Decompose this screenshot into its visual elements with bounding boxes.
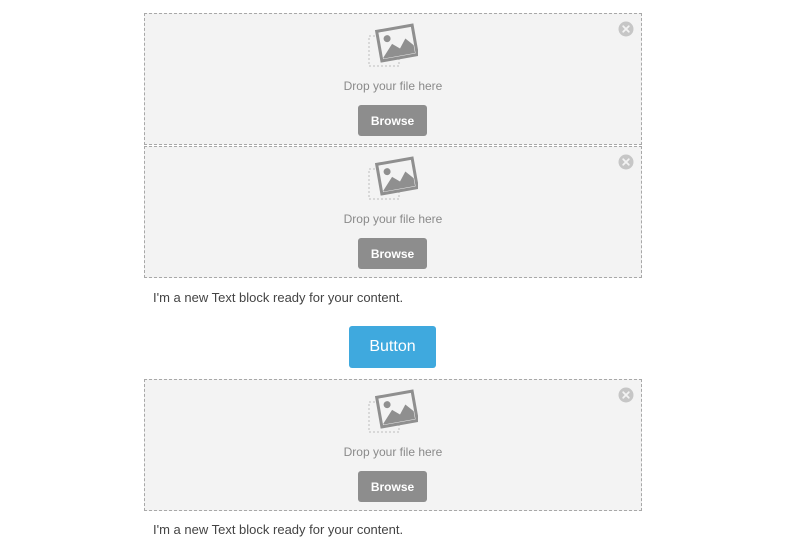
close-circle-icon[interactable] [618, 154, 634, 170]
image-dropzone[interactable]: Drop your file here Browse [144, 379, 642, 511]
cta-button[interactable]: Button [349, 326, 436, 368]
close-circle-icon[interactable] [618, 387, 634, 403]
image-placeholder-icon [368, 388, 420, 436]
close-circle-icon[interactable] [618, 21, 634, 37]
text-block[interactable]: I'm a new Text block ready for your cont… [153, 522, 403, 537]
browse-button[interactable]: Browse [358, 105, 427, 136]
image-placeholder-icon [368, 155, 420, 203]
email-editor-canvas: Drop your file here Browse Drop your fil… [0, 0, 800, 554]
browse-button[interactable]: Browse [358, 238, 427, 269]
image-dropzone[interactable]: Drop your file here Browse [144, 13, 642, 145]
drop-text: Drop your file here [343, 445, 443, 459]
drop-text: Drop your file here [343, 79, 443, 93]
text-block[interactable]: I'm a new Text block ready for your cont… [153, 290, 403, 305]
browse-button[interactable]: Browse [358, 471, 427, 502]
drop-text: Drop your file here [343, 212, 443, 226]
image-placeholder-icon [368, 22, 420, 70]
image-dropzone[interactable]: Drop your file here Browse [144, 146, 642, 278]
